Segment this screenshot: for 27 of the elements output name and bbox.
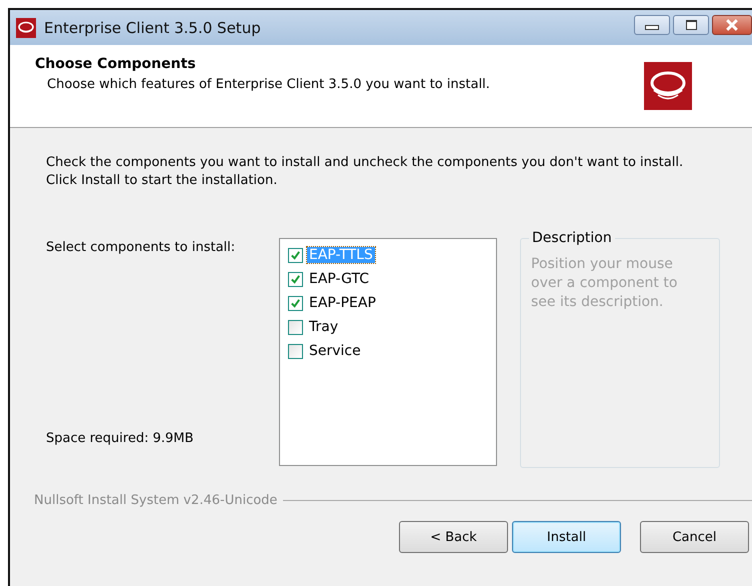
checkbox[interactable] (288, 296, 303, 310)
branding-text: Nullsoft Install System v2.46-Unicode (34, 493, 278, 508)
checkbox[interactable] (288, 320, 303, 334)
instructions-text: Check the components you want to install and uncheck the components you don't want to install. Click Install to start the installation. (46, 154, 684, 190)
logo-icon (644, 62, 692, 110)
page-subtitle: Choose which features of Enterprise Client 3.5.0 you want to install. (46, 77, 490, 92)
group-title: Description (529, 230, 615, 246)
description-text: Position your mouse over a component to see its description. (531, 255, 678, 312)
dialog-button[interactable]: Cancel (640, 521, 749, 553)
component-label[interactable]: EAP-GTC (307, 271, 371, 287)
window-title: Enterprise Client 3.5.0 Setup (44, 18, 261, 36)
page-title: Choose Components (35, 56, 197, 72)
minimize-button[interactable] (634, 14, 670, 34)
checkbox[interactable] (288, 272, 303, 286)
close-icon (726, 18, 738, 30)
select-label: Select components to install: (46, 240, 236, 255)
component-label[interactable]: EAP-PEAP (307, 295, 378, 311)
checkbox[interactable] (288, 344, 303, 358)
component-label[interactable]: Service (307, 343, 363, 359)
close-button[interactable] (712, 14, 752, 34)
checkbox[interactable] (288, 248, 303, 262)
dialog-button[interactable]: < Back (399, 521, 508, 553)
app-icon (16, 18, 36, 38)
maximize-button[interactable] (673, 14, 709, 34)
dialog-button[interactable]: Install (512, 521, 621, 553)
space-required-text: Space required: 9.9MB (46, 431, 195, 446)
component-label[interactable]: Tray (307, 319, 340, 335)
